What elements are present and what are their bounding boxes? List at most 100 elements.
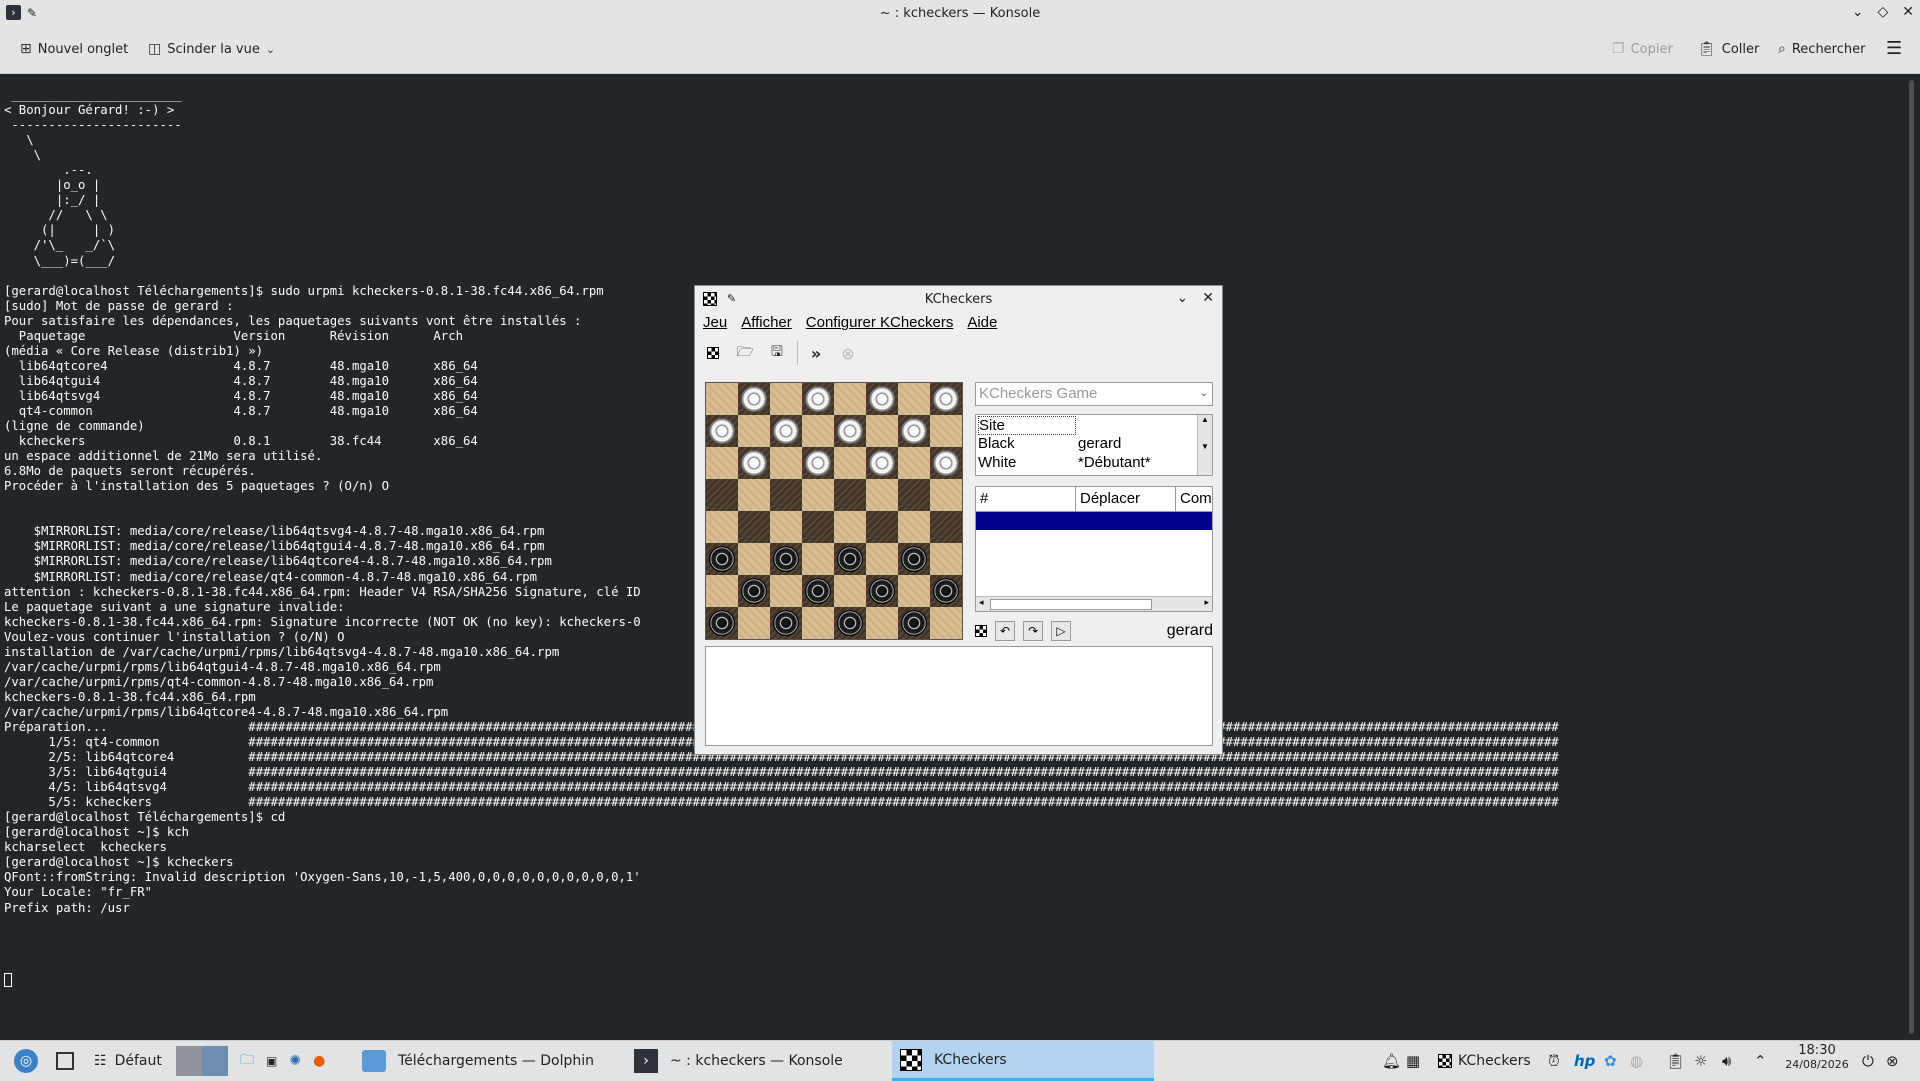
board-square[interactable] (898, 543, 930, 575)
split-view-button[interactable]: ◫ Scinder la vue ⌄ (148, 41, 275, 57)
white-piece[interactable] (741, 386, 767, 412)
scroll-right-icon[interactable]: ▸ (1204, 597, 1209, 608)
board-square[interactable] (866, 543, 898, 575)
board-square[interactable] (770, 511, 802, 543)
board-square[interactable] (834, 575, 866, 607)
brightness-icon[interactable]: ☼ (1694, 1052, 1707, 1070)
board-square[interactable] (930, 607, 962, 639)
board-square[interactable] (738, 543, 770, 575)
board-square[interactable] (770, 479, 802, 511)
board-square[interactable] (930, 543, 962, 575)
next-round-button[interactable]: » (797, 341, 828, 365)
board-square[interactable] (834, 543, 866, 575)
board-square[interactable] (770, 575, 802, 607)
white-piece[interactable] (933, 386, 959, 412)
board-square[interactable] (930, 511, 962, 543)
board-square[interactable] (866, 575, 898, 607)
board-square[interactable] (898, 383, 930, 415)
white-piece[interactable] (805, 386, 831, 412)
menu-jeu[interactable]: Jeu (703, 314, 727, 336)
close-icon[interactable]: ✕ (1202, 290, 1214, 306)
redo-button[interactable]: ↷ (1023, 621, 1043, 641)
notification-bell-icon[interactable]: 🔔︎ (1382, 1052, 1401, 1070)
white-piece[interactable] (869, 450, 895, 476)
board-square[interactable] (834, 511, 866, 543)
board-square[interactable] (930, 447, 962, 479)
board-square[interactable] (738, 511, 770, 543)
board-square[interactable] (802, 479, 834, 511)
board-square[interactable] (802, 415, 834, 447)
black-piece[interactable] (901, 610, 927, 636)
info-scrollbar[interactable]: ▲ ▼ (1197, 415, 1212, 475)
black-piece[interactable] (773, 610, 799, 636)
white-piece[interactable] (805, 450, 831, 476)
network-icon[interactable]: ✿ (1604, 1052, 1617, 1070)
board-square[interactable] (802, 447, 834, 479)
board-square[interactable] (866, 511, 898, 543)
pager-desktop-1[interactable] (176, 1046, 202, 1076)
app-launcher[interactable]: ◎ (14, 1041, 38, 1081)
terminal-scrollbar[interactable] (1904, 74, 1920, 1040)
white-piece[interactable] (741, 450, 767, 476)
board-square[interactable] (930, 575, 962, 607)
menu-aide[interactable]: Aide (967, 314, 997, 336)
alarm-icon[interactable]: ⏰︎ (1548, 1052, 1560, 1070)
board-square[interactable] (770, 607, 802, 639)
game-select[interactable]: KCheckers Game ⌄ (975, 382, 1213, 406)
black-piece[interactable] (901, 546, 927, 572)
search-button[interactable]: ⌕ Rechercher (1778, 41, 1865, 57)
undo-button[interactable]: ↶ (995, 621, 1015, 641)
white-piece[interactable] (709, 418, 735, 444)
firefox-icon[interactable]: ● (313, 1053, 325, 1069)
board-square[interactable] (866, 447, 898, 479)
board-square[interactable] (930, 383, 962, 415)
info-site-label[interactable]: Site (978, 416, 1076, 435)
board-square[interactable] (866, 383, 898, 415)
board-square[interactable] (738, 447, 770, 479)
terminal-icon[interactable]: ▣ (266, 1054, 277, 1068)
board-square[interactable] (738, 479, 770, 511)
board-square[interactable] (770, 543, 802, 575)
white-piece[interactable] (933, 450, 959, 476)
board-square[interactable] (738, 415, 770, 447)
board-square[interactable] (770, 415, 802, 447)
board-square[interactable] (866, 607, 898, 639)
board-square[interactable] (706, 415, 738, 447)
paste-button[interactable]: 📋︎ Coller (1698, 41, 1759, 57)
board-square[interactable] (898, 415, 930, 447)
task-kcheckers[interactable]: KCheckers (892, 1041, 1154, 1081)
board-square[interactable] (802, 383, 834, 415)
board-square[interactable] (802, 543, 834, 575)
menu-afficher[interactable]: Afficher (741, 314, 792, 336)
task-konsole[interactable]: › ~ : kcheckers — Konsole (626, 1041, 888, 1081)
black-piece[interactable] (837, 546, 863, 572)
board-square[interactable] (706, 447, 738, 479)
board-square[interactable] (770, 447, 802, 479)
board-square[interactable] (898, 447, 930, 479)
col-comment[interactable]: Com (1176, 487, 1212, 511)
board-square[interactable] (898, 607, 930, 639)
board-square[interactable] (834, 479, 866, 511)
board-square[interactable] (898, 575, 930, 607)
board-square[interactable] (802, 511, 834, 543)
scrollbar-thumb[interactable] (1909, 80, 1914, 1034)
log-area[interactable] (705, 646, 1213, 746)
black-piece[interactable] (869, 578, 895, 604)
hamburger-menu-icon[interactable]: ☰ (1886, 38, 1902, 59)
hscroll-thumb[interactable] (990, 599, 1152, 610)
selected-move-row[interactable] (976, 512, 1212, 530)
moves-list[interactable]: # Déplacer Com ◂ ▸ (975, 486, 1213, 612)
pager-desktop-2[interactable] (202, 1046, 228, 1076)
volume-icon[interactable]: 🔊︎ (1722, 1052, 1731, 1070)
game-info-table[interactable]: Site Black gerard White *Débutant* ▲ ▼ (975, 414, 1213, 476)
close-icon[interactable]: ✕ (1902, 4, 1914, 20)
save-button[interactable]: 🖫︎ (765, 341, 789, 365)
board-square[interactable] (706, 511, 738, 543)
col-number[interactable]: # (976, 487, 1076, 511)
copy-button[interactable]: ❐ Copier (1612, 41, 1673, 57)
board-square[interactable] (706, 575, 738, 607)
disabled-tray-icon[interactable]: ◍ (1630, 1052, 1643, 1070)
board-square[interactable] (706, 383, 738, 415)
checkers-board[interactable] (705, 382, 963, 640)
board-square[interactable] (738, 607, 770, 639)
